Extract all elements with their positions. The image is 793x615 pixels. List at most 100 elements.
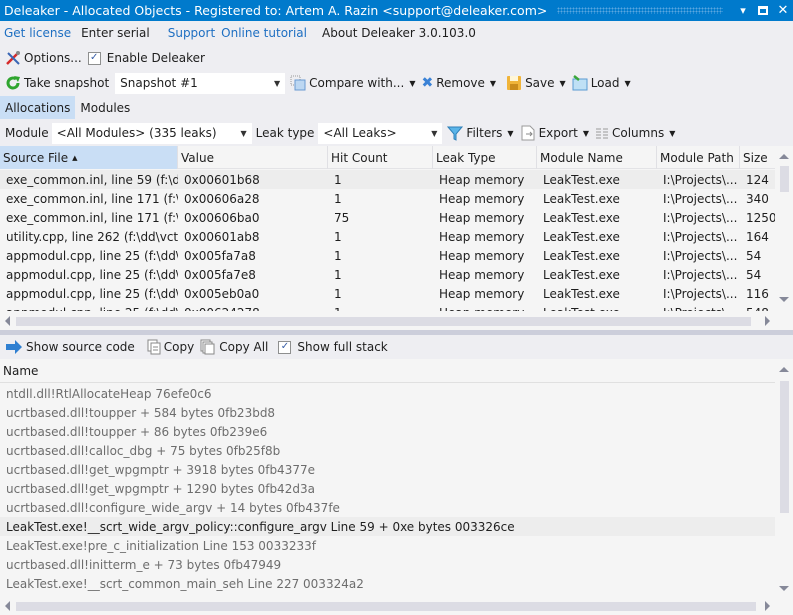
scrollbar-thumb[interactable]	[16, 317, 751, 326]
table-row[interactable]: appmodul.cpp, line 25 (f:\dd\... 0x005fa7…	[0, 246, 775, 265]
tab-modules[interactable]: Modules	[75, 96, 135, 119]
column-header-label: Size	[743, 150, 768, 165]
options-toolbar: Options... ✓ Enable Deleaker	[0, 46, 793, 70]
save-button[interactable]: Save ▼	[503, 72, 569, 94]
stack-vertical-scrollbar[interactable]	[775, 359, 793, 597]
column-header-source-file[interactable]: Source File ▲	[0, 146, 178, 169]
cell-module-name: LeakTest.exe	[543, 210, 620, 225]
cell-leak-type: Heap memory	[439, 210, 525, 225]
export-label: Export	[538, 126, 578, 140]
table-row[interactable]: exe_common.inl, line 171 (f:\d... 0x00606…	[0, 208, 775, 227]
leak-type-select-value: <All Leaks>	[323, 126, 397, 140]
export-button[interactable]: Export ▼	[517, 122, 592, 144]
snapshot-select[interactable]: Snapshot #1 ▼	[115, 72, 286, 94]
scroll-up-icon[interactable]	[779, 367, 789, 372]
tab-allocations[interactable]: Allocations	[0, 96, 76, 119]
table-row[interactable]: exe_common.inl, line 59 (f:\dd... 0x00601…	[0, 170, 775, 189]
options-label: Options...	[24, 51, 82, 65]
take-snapshot-button[interactable]: Take snapshot	[2, 72, 112, 94]
maximize-button[interactable]	[753, 0, 773, 21]
save-label: Save	[525, 76, 555, 90]
leak-type-select[interactable]: <All Leaks> ▼	[318, 122, 443, 144]
support-link[interactable]: Support	[168, 26, 215, 40]
scroll-left-icon[interactable]	[5, 601, 10, 611]
stack-frame[interactable]: ucrtbased.dll!get_wpgmptr + 3918 bytes 0…	[0, 460, 775, 479]
about-link[interactable]: About Deleaker 3.0.103.0	[322, 26, 476, 40]
stack-frame[interactable]: ucrtbased.dll!configure_wide_argv + 14 b…	[0, 498, 775, 517]
columns-label: Columns	[612, 126, 665, 140]
show-full-stack-checkbox[interactable]: ✓ Show full stack	[275, 336, 390, 358]
grid-horizontal-scrollbar[interactable]	[0, 312, 775, 330]
stack-frame[interactable]: LeakTest.exe!pre_c_initialization Line 1…	[0, 536, 775, 555]
title-bar[interactable]: Deleaker - Allocated Objects - Registere…	[0, 0, 793, 21]
scroll-down-icon[interactable]	[779, 297, 789, 302]
scroll-left-icon[interactable]	[5, 316, 10, 326]
arrow-right-icon	[5, 340, 23, 354]
chevron-down-icon: ▼	[240, 128, 247, 138]
cell-size: 54	[746, 267, 762, 282]
table-row[interactable]: utility.cpp, line 262 (f:\dd\vcto... 0x00…	[0, 227, 775, 246]
scroll-right-icon[interactable]	[765, 601, 770, 611]
enable-deleaker-checkbox[interactable]: ✓ Enable Deleaker	[85, 47, 208, 69]
column-header-leak-type[interactable]: Leak Type	[433, 146, 537, 169]
options-button[interactable]: Options...	[2, 47, 85, 69]
grid-vertical-scrollbar[interactable]	[775, 146, 793, 311]
close-button[interactable]: ✕	[773, 0, 793, 21]
cell-module-name: LeakTest.exe	[543, 267, 620, 282]
refresh-icon	[5, 75, 21, 91]
tools-icon	[5, 50, 21, 66]
cell-source-file: appmodul.cpp, line 25 (f:\dd\...	[6, 248, 178, 263]
compare-with-button[interactable]: Compare with... ▼	[287, 72, 418, 94]
stack-frame[interactable]: ucrtbased.dll!get_wpgmptr + 1290 bytes 0…	[0, 479, 775, 498]
title-bar-grip[interactable]	[557, 7, 723, 14]
column-header-hit-count[interactable]: Hit Count	[328, 146, 433, 169]
table-row[interactable]: appmodul.cpp, line 25 (f:\dd\... 0x005eb0…	[0, 284, 775, 303]
chevron-down-icon: ▼	[669, 128, 676, 138]
get-license-link[interactable]: Get license	[4, 26, 71, 40]
copy-all-button[interactable]: Copy All	[197, 336, 271, 358]
column-header-value[interactable]: Value	[178, 146, 328, 169]
column-header-module-path[interactable]: Module Path	[657, 146, 740, 169]
cell-module-name: LeakTest.exe	[543, 172, 620, 187]
stack-column-header-name[interactable]: Name	[0, 359, 775, 383]
column-header-module-name[interactable]: Module Name	[537, 146, 657, 169]
copy-label: Copy	[163, 340, 195, 354]
enable-deleaker-label: Enable Deleaker	[106, 51, 205, 65]
stack-horizontal-scrollbar[interactable]	[0, 597, 775, 615]
stack-toolbar: Show source code Copy Copy All ✓ Show fu…	[0, 335, 793, 359]
show-source-code-button[interactable]: Show source code	[2, 336, 138, 358]
stack-frame[interactable]: LeakTest.exe!__scrt_wide_argv_policy::co…	[0, 517, 775, 536]
scroll-down-icon[interactable]	[779, 586, 789, 591]
enter-serial-link[interactable]: Enter serial	[81, 26, 150, 40]
scroll-right-icon[interactable]	[765, 316, 770, 326]
stack-frame[interactable]: LeakTest.exe!__scrt_common_main_seh Line…	[0, 574, 775, 593]
cell-module-path: I:\Projects\...	[663, 267, 738, 282]
online-tutorial-link[interactable]: Online tutorial	[221, 26, 307, 40]
stack-frame[interactable]: ucrtbased.dll!toupper + 86 bytes 0fb239e…	[0, 422, 775, 441]
remove-icon: ✖	[421, 75, 434, 91]
chevron-down-icon: ▼	[489, 78, 497, 88]
cell-hit-count: 1	[334, 286, 342, 301]
columns-button[interactable]: Columns ▼	[592, 122, 678, 144]
copy-button[interactable]: Copy	[144, 336, 197, 358]
load-button[interactable]: Load ▼	[569, 72, 634, 94]
scroll-up-icon[interactable]	[779, 154, 789, 159]
stack-frame[interactable]: ucrtbased.dll!initterm_e + 73 bytes 0fb4…	[0, 555, 775, 574]
remove-button[interactable]: ✖ Remove ▼	[418, 72, 499, 94]
cell-leak-type: Heap memory	[433, 306, 537, 312]
chevron-down-icon: ▼	[431, 128, 438, 138]
table-row[interactable]: appmodul.cpp, line 25 (f:\dd\...0x006242…	[0, 303, 775, 312]
scrollbar-thumb[interactable]	[16, 602, 756, 611]
stack-frame[interactable]: ucrtbased.dll!toupper + 584 bytes 0fb23b…	[0, 403, 775, 422]
window-menu-button[interactable]: ▾	[733, 0, 753, 21]
stack-frame[interactable]: ucrtbased.dll!calloc_dbg + 75 bytes 0fb2…	[0, 441, 775, 460]
column-header-size[interactable]: Size	[740, 146, 775, 169]
table-row[interactable]: appmodul.cpp, line 25 (f:\dd\... 0x005fa7…	[0, 265, 775, 284]
cell-source-file: appmodul.cpp, line 25 (f:\dd\...	[0, 306, 178, 312]
module-select[interactable]: <All Modules> (335 leaks) ▼	[51, 122, 252, 144]
stack-frame[interactable]: ntdll.dll!RtlAllocateHeap 76efe0c6	[0, 384, 775, 403]
scrollbar-thumb[interactable]	[780, 381, 789, 513]
filters-button[interactable]: Filters ▼	[444, 122, 516, 144]
scrollbar-thumb[interactable]	[780, 166, 789, 192]
table-row[interactable]: exe_common.inl, line 171 (f:\d... 0x00606…	[0, 189, 775, 208]
